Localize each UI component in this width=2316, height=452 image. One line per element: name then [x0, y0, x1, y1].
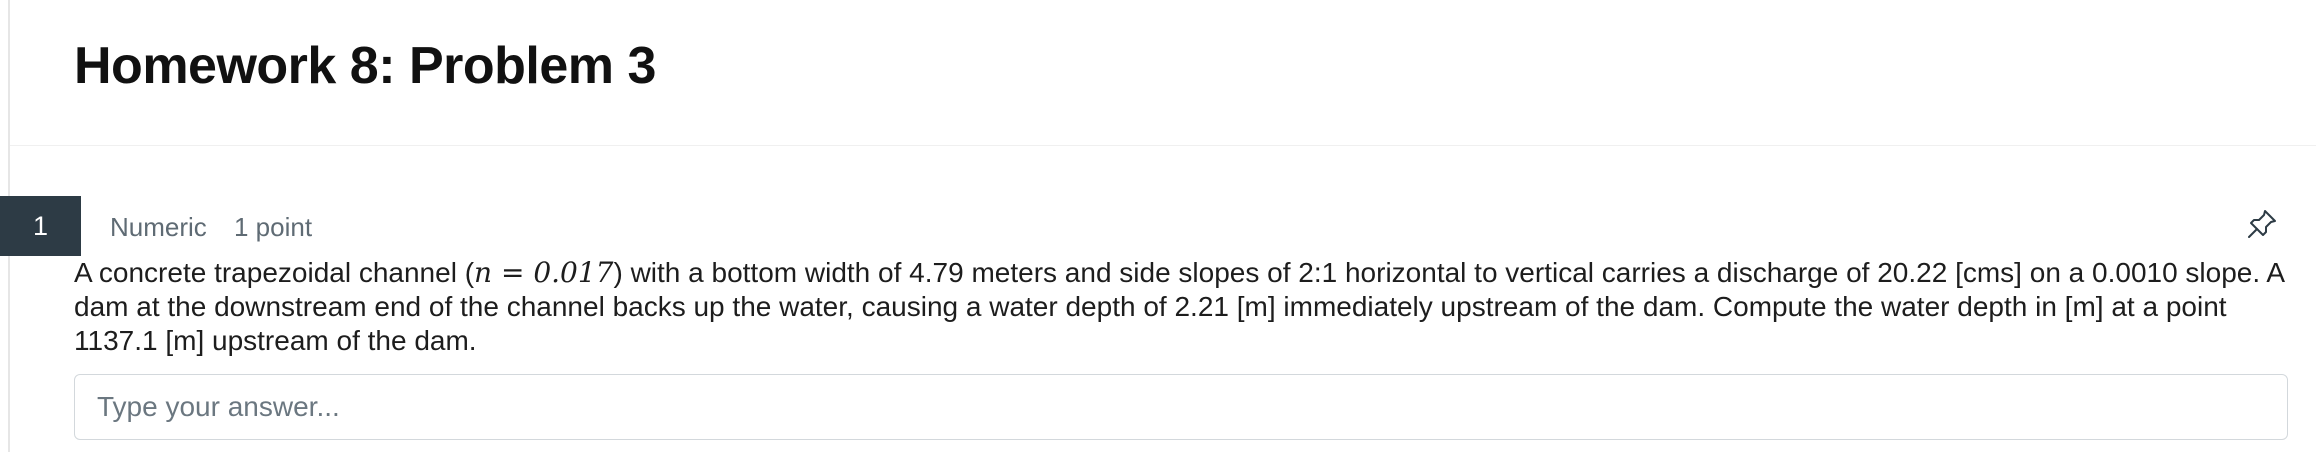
quiz-page: Homework 8: Problem 3 1 Numeric 1 point …: [0, 0, 2316, 452]
answer-input[interactable]: [74, 374, 2288, 440]
question-points: 1 point: [234, 212, 313, 242]
question-type: Numeric: [110, 212, 207, 242]
pin-icon[interactable]: [2244, 206, 2280, 242]
page-header: Homework 8: Problem 3: [10, 0, 2316, 146]
page-title: Homework 8: Problem 3: [74, 37, 656, 95]
question-text: A concrete trapezoidal channel (n = 0.01…: [74, 256, 2294, 358]
question-text-part1: A concrete trapezoidal channel (: [74, 257, 475, 288]
question-math: n = 0.017: [474, 256, 614, 289]
question-number-badge: 1: [0, 196, 81, 256]
